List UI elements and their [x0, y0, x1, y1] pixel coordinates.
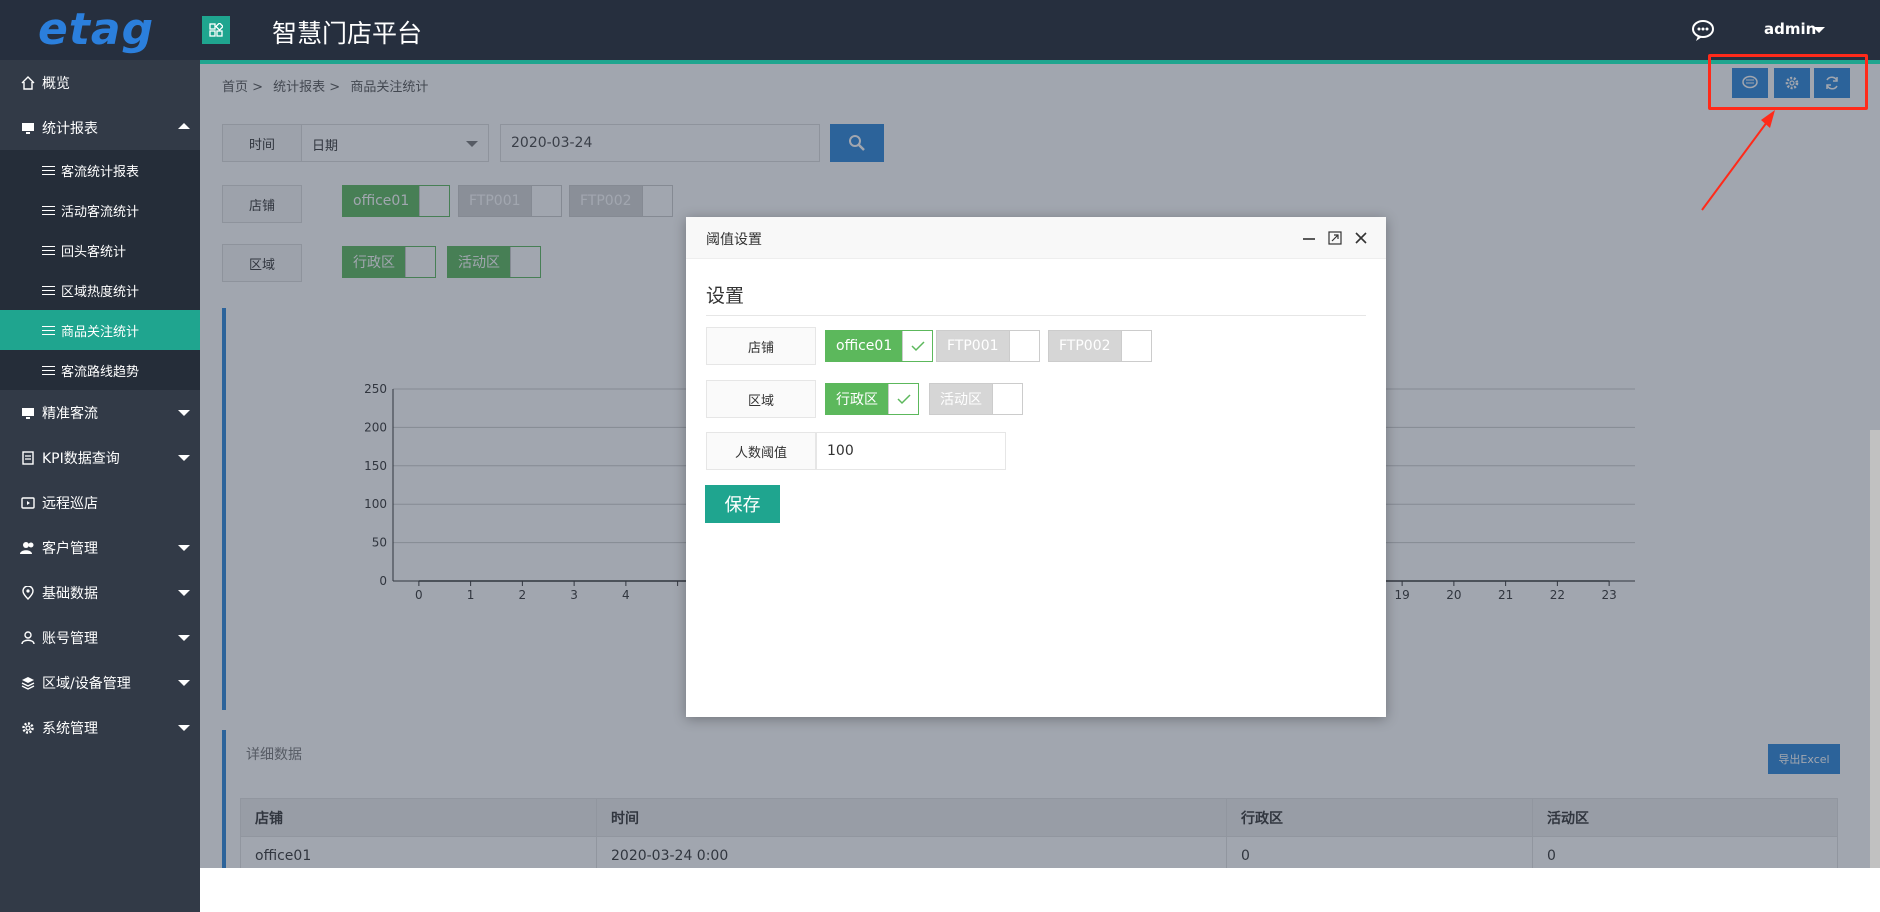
sidebar-sub-item-active[interactable]: 商品关注统计 — [0, 310, 200, 350]
monitor-icon — [20, 120, 36, 136]
top-bar: etag 智慧门店平台 admin — [0, 0, 1880, 60]
monitor-icon — [20, 405, 36, 421]
user-menu[interactable]: admin — [1764, 20, 1816, 38]
chevron-down-icon — [178, 410, 190, 416]
sidebar-sub-label: 区域热度统计 — [61, 284, 140, 300]
sidebar-item-label: 系统管理 — [42, 720, 98, 737]
modal-store-toggle-office01[interactable]: office01 — [825, 330, 934, 362]
sidebar-item-label: 区域/设备管理 — [42, 675, 131, 692]
chevron-down-icon — [178, 545, 190, 551]
modal-store-toggle-ftp001[interactable]: FTP001 — [936, 330, 1040, 362]
sidebar-sub-label: 客流路线趋势 — [61, 364, 140, 380]
toggle-label: office01 — [826, 331, 903, 361]
user-icon — [20, 630, 36, 646]
sidebar-sub-label: 活动客流统计 — [61, 204, 140, 220]
toggle-knob — [1120, 331, 1151, 361]
minimize-icon[interactable] — [1300, 229, 1318, 247]
sidebar-item-label: 基础数据 — [42, 585, 98, 602]
chevron-down-icon — [178, 455, 190, 461]
app-title: 智慧门店平台 — [272, 19, 423, 48]
sidebar-sub-item[interactable]: 客流路线趋势 — [0, 350, 200, 390]
save-button[interactable]: 保存 — [705, 485, 780, 523]
sidebar-item-remote[interactable]: 远程巡店 — [0, 480, 200, 525]
sidebar-item-label: 远程巡店 — [42, 495, 98, 512]
grid-icon — [209, 23, 223, 37]
maximize-icon[interactable] — [1326, 229, 1344, 247]
sidebar-item-label: KPI数据查询 — [42, 450, 120, 467]
sidebar-item-kpi[interactable]: KPI数据查询 — [0, 435, 200, 480]
users-icon — [20, 540, 36, 556]
gear-icon — [20, 720, 36, 736]
threshold-modal: 阈值设置 设置 店铺 office01 FTP001 FTP002 区域 行政区… — [686, 217, 1386, 717]
logo: etag — [38, 4, 155, 55]
sidebar-item-precise-traffic[interactable]: 精准客流 — [0, 390, 200, 435]
settings-heading: 设置 — [706, 285, 745, 307]
location-icon — [20, 585, 36, 601]
modal-header: 阈值设置 — [686, 217, 1386, 259]
modal-store-label: 店铺 — [706, 327, 816, 365]
sidebar-sub-label: 客流统计报表 — [61, 164, 140, 180]
video-icon — [20, 495, 36, 511]
chevron-down-icon[interactable] — [1813, 27, 1825, 33]
chat-icon[interactable] — [1690, 18, 1716, 46]
chevron-down-icon — [178, 725, 190, 731]
toggle-label: FTP001 — [937, 331, 1009, 361]
list-icon — [42, 325, 55, 335]
list-icon — [42, 365, 55, 375]
home-icon — [20, 75, 36, 91]
modal-area-label: 区域 — [706, 380, 816, 418]
sidebar-item-accounts[interactable]: 账号管理 — [0, 615, 200, 660]
sidebar-item-system[interactable]: 系统管理 — [0, 705, 200, 750]
sidebar-item-label: 统计报表 — [42, 120, 98, 137]
list-icon — [42, 165, 55, 175]
sidebar-item-overview[interactable]: 概览 — [0, 60, 200, 105]
check-icon — [888, 384, 918, 414]
sidebar-sub-item[interactable]: 活动客流统计 — [0, 190, 200, 230]
chevron-up-icon — [178, 123, 190, 129]
sidebar-item-label: 账号管理 — [42, 630, 98, 647]
modal-title: 阈值设置 — [706, 232, 762, 248]
divider — [706, 315, 1366, 316]
chevron-down-icon — [178, 590, 190, 596]
arrow-icon — [1701, 110, 1775, 211]
scrollbar[interactable] — [1870, 430, 1880, 868]
chevron-down-icon — [178, 680, 190, 686]
modal-area-toggle-admin[interactable]: 行政区 — [825, 383, 919, 415]
toggle-knob — [1008, 331, 1039, 361]
sidebar-item-devices[interactable]: 区域/设备管理 — [0, 660, 200, 705]
layers-icon — [20, 675, 36, 691]
list-icon — [42, 205, 55, 215]
sidebar-sub-label: 商品关注统计 — [61, 324, 140, 340]
sidebar-item-label: 客户管理 — [42, 540, 98, 557]
threshold-input[interactable]: 100 — [816, 432, 1006, 470]
sidebar-item-label: 精准客流 — [42, 405, 98, 422]
list-icon — [42, 285, 55, 295]
threshold-label: 人数阈值 — [706, 432, 816, 470]
sidebar-item-basic-data[interactable]: 基础数据 — [0, 570, 200, 615]
toggle-knob — [992, 384, 1022, 414]
sidebar-sub-item[interactable]: 客流统计报表 — [0, 150, 200, 190]
list-icon — [42, 245, 55, 255]
sidebar-item-customers[interactable]: 客户管理 — [0, 525, 200, 570]
toggle-label: 活动区 — [930, 384, 992, 414]
check-icon — [902, 331, 933, 361]
toggle-label: 行政区 — [826, 384, 888, 414]
apps-grid-button[interactable] — [202, 16, 230, 44]
sidebar-item-reports[interactable]: 统计报表 — [0, 105, 200, 150]
page-bottom — [200, 868, 1880, 912]
sidebar-sub-item[interactable]: 回头客统计 — [0, 230, 200, 270]
chevron-down-icon — [178, 635, 190, 641]
toggle-label: FTP002 — [1049, 331, 1121, 361]
clipboard-icon — [20, 450, 36, 466]
modal-area-toggle-activity[interactable]: 活动区 — [929, 383, 1023, 415]
sidebar-item-label: 概览 — [42, 75, 70, 92]
close-icon[interactable] — [1352, 229, 1370, 247]
modal-store-toggle-ftp002[interactable]: FTP002 — [1048, 330, 1152, 362]
sidebar: 概览 统计报表 客流统计报表 活动客流统计 回头客统计 区域热度统计 商品关注统… — [0, 60, 200, 912]
sidebar-sub-label: 回头客统计 — [61, 244, 127, 260]
sidebar-sub-item[interactable]: 区域热度统计 — [0, 270, 200, 310]
